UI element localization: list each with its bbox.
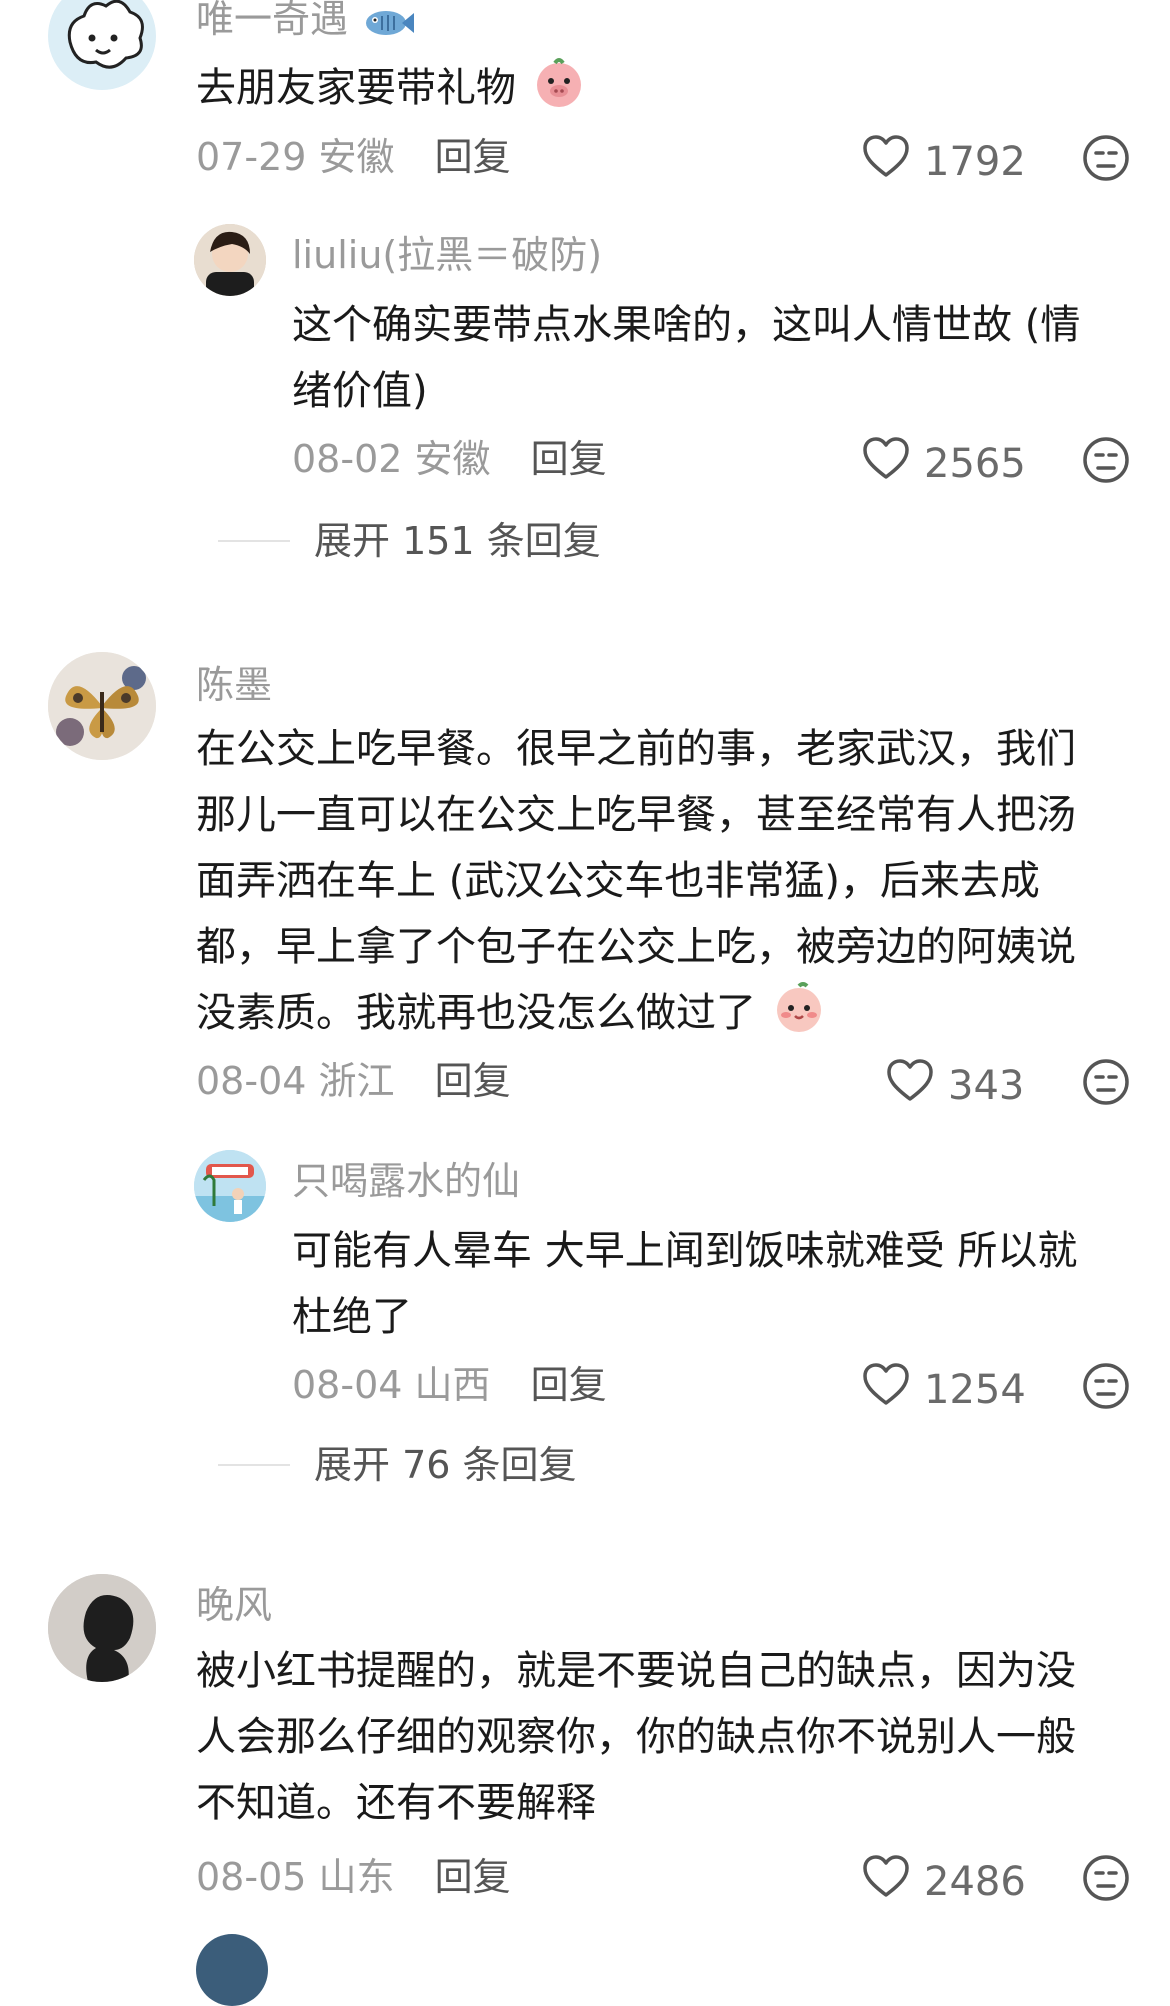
reply-button[interactable]: 回复	[435, 1855, 511, 1899]
expand-divider	[218, 540, 290, 542]
comment-meta: 07-29 安徽 回复	[196, 138, 511, 176]
reply-meta: 08-02 安徽 回复	[292, 440, 607, 478]
heart-icon	[863, 1363, 909, 1405]
reply-avatar[interactable]	[194, 224, 266, 296]
date: 08-04	[292, 1363, 403, 1407]
expand-replies-button[interactable]: 展开 76 条回复	[314, 1446, 577, 1484]
date: 08-02	[292, 437, 403, 481]
like-count: 343	[948, 1063, 1025, 1109]
comment-text-line: 那儿一直可以在公交上吃早餐，甚至经常有人把汤	[196, 792, 1076, 838]
reply-button[interactable]: 回复	[435, 135, 511, 179]
like-button[interactable]	[862, 1854, 910, 1898]
expressionless-emoji-icon[interactable]	[1082, 436, 1130, 484]
comment-text-line: 没素质。我就再也没怎么做过了	[196, 980, 825, 1046]
reply-text-line: 可能有人晕车 大早上闻到饭味就难受 所以就	[292, 1228, 1078, 1274]
avatar[interactable]	[196, 1934, 268, 2006]
like-button[interactable]	[862, 1362, 910, 1406]
heart-icon	[863, 437, 909, 479]
comment-text-line: 不知道。还有不要解释	[196, 1780, 596, 1826]
reply-text-line: 绪价值)	[292, 368, 428, 414]
blush-emoji-icon	[773, 982, 825, 1034]
comment-text-line: 被小红书提醒的，就是不要说自己的缺点，因为没	[196, 1648, 1076, 1694]
like-button[interactable]	[862, 134, 910, 178]
expressionless-emoji-icon[interactable]	[1082, 134, 1130, 182]
comment-text-line: 人会那么仔细的观察你，你的缺点你不说别人一般	[196, 1714, 1076, 1760]
username[interactable]: 晚风	[196, 1586, 272, 1624]
heart-icon	[887, 1059, 933, 1101]
reply-text-line: 杜绝了	[292, 1294, 412, 1340]
like-button[interactable]	[886, 1058, 934, 1102]
fish-emoji-icon	[364, 6, 416, 40]
date: 08-05	[196, 1855, 307, 1899]
region: 浙江	[318, 1059, 395, 1103]
expressionless-emoji-icon[interactable]	[1082, 1362, 1130, 1410]
reply-avatar[interactable]	[194, 1150, 266, 1222]
comment-text-line: 在公交上吃早餐。很早之前的事，老家武汉，我们	[196, 726, 1076, 772]
pig-emoji-icon	[533, 57, 585, 109]
reply-button[interactable]: 回复	[531, 1363, 607, 1407]
like-button[interactable]	[862, 436, 910, 480]
heart-icon	[863, 135, 909, 177]
comment-meta: 08-05 山东 回复	[196, 1858, 511, 1896]
heart-icon	[863, 1855, 909, 1897]
like-count: 1254	[924, 1367, 1026, 1413]
region: 山西	[414, 1363, 491, 1407]
reply-username[interactable]: 只喝露水的仙	[292, 1162, 520, 1200]
reply-text-line: 这个确实要带点水果啥的，这叫人情世故 (情	[292, 302, 1081, 348]
username[interactable]: 唯一奇遇	[196, 0, 416, 40]
reply-meta: 08-04 山西 回复	[292, 1366, 607, 1404]
region: 安徽	[414, 437, 491, 481]
avatar[interactable]	[48, 652, 156, 760]
avatar[interactable]	[48, 0, 156, 90]
comment-meta: 08-04 浙江 回复	[196, 1062, 511, 1100]
expand-replies-button[interactable]: 展开 151 条回复	[314, 522, 601, 560]
like-count: 2486	[924, 1859, 1026, 1905]
region: 安徽	[318, 135, 395, 179]
username[interactable]: 陈墨	[196, 666, 272, 704]
expressionless-emoji-icon[interactable]	[1082, 1854, 1130, 1902]
like-count: 1792	[924, 139, 1026, 185]
comment-text: 去朋友家要带礼物	[196, 55, 585, 121]
like-count: 2565	[924, 441, 1026, 487]
reply-button[interactable]: 回复	[531, 437, 607, 481]
avatar[interactable]	[48, 1574, 156, 1682]
reply-username[interactable]: liuliu(拉黑＝破防)	[292, 236, 602, 274]
reply-button[interactable]: 回复	[435, 1059, 511, 1103]
comment-text-line: 都，早上拿了个包子在公交上吃，被旁边的阿姨说	[196, 924, 1076, 970]
date: 08-04	[196, 1059, 307, 1103]
expand-divider	[218, 1464, 290, 1466]
date: 07-29	[196, 135, 307, 179]
region: 山东	[318, 1855, 395, 1899]
expressionless-emoji-icon[interactable]	[1082, 1058, 1130, 1106]
comment-text-line: 面弄洒在车上 (武汉公交车也非常猛)，后来去成	[196, 858, 1040, 904]
